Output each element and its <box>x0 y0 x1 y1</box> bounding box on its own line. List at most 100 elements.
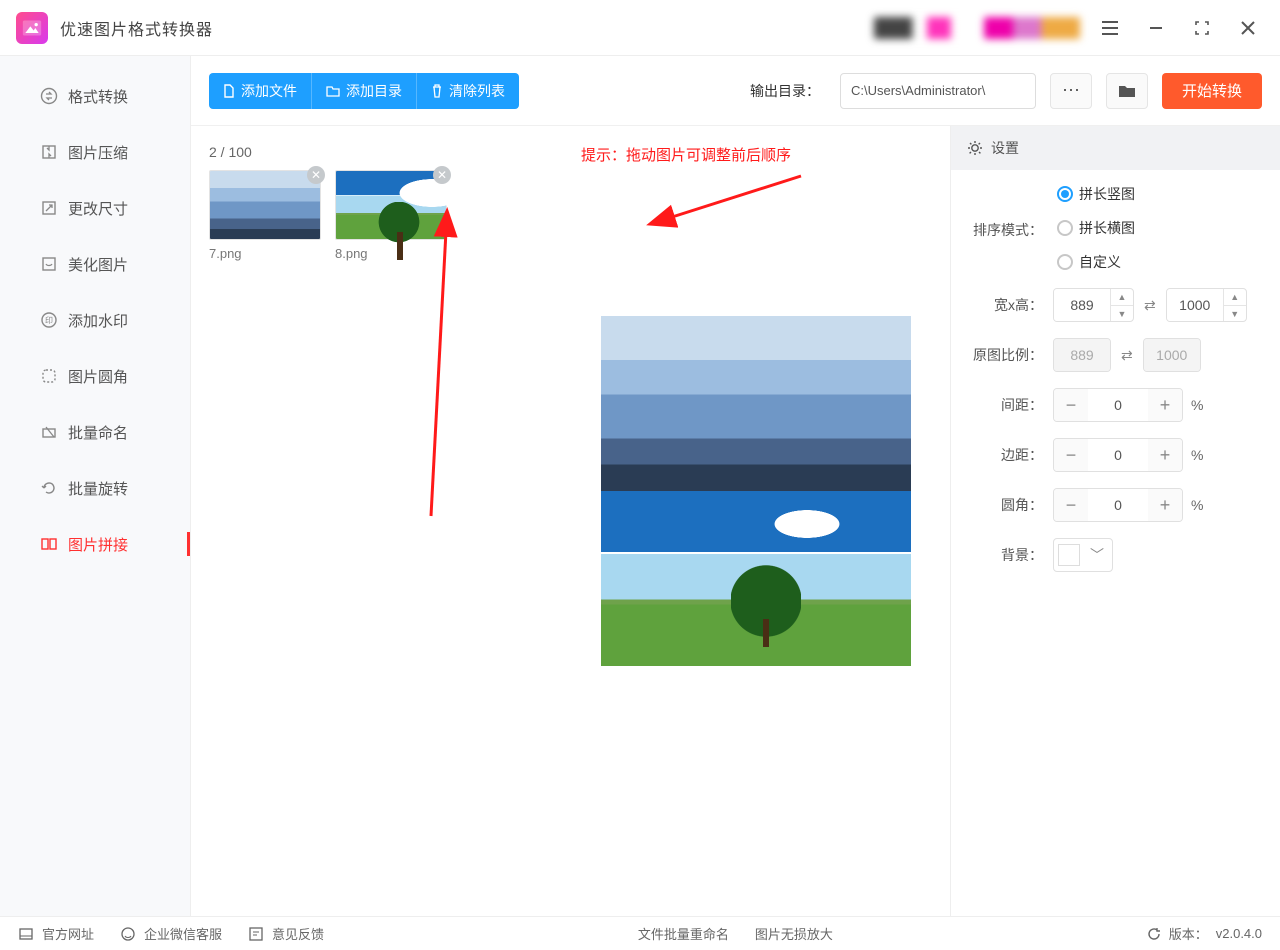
sidebar-item-compress[interactable]: 图片压缩 <box>0 124 190 180</box>
swap-icon[interactable]: ⇄ <box>1142 297 1158 314</box>
orig-width-input <box>1053 338 1111 372</box>
titlebar: 优速图片格式转换器 <box>0 0 1280 56</box>
thumbnail-item[interactable]: ✕ 7.png <box>209 170 321 261</box>
fullscreen-icon[interactable] <box>1186 12 1218 44</box>
sidebar-item-watermark[interactable]: 印 添加水印 <box>0 292 190 348</box>
headset-icon <box>120 926 136 942</box>
margin-label: 边距： <box>969 445 1043 465</box>
more-path-button[interactable]: ⋯ <box>1050 73 1092 109</box>
spacing-stepper[interactable]: −+ <box>1053 388 1183 422</box>
preview-stack <box>601 316 911 666</box>
sidebar-item-label: 批量旋转 <box>68 478 128 499</box>
official-site-link[interactable]: 官方网址 <box>18 924 94 943</box>
sidebar-item-label: 图片压缩 <box>68 142 128 163</box>
sidebar: 格式转换 图片压缩 更改尺寸 美化图片 印 添加水印 图片圆角 批量命名 批量旋 <box>0 56 190 916</box>
orig-height-input <box>1143 338 1201 372</box>
image-count: 2 / 100 <box>209 144 932 160</box>
refresh-icon <box>1147 927 1161 941</box>
plus-button[interactable]: + <box>1148 439 1182 471</box>
footer: 官方网址 企业微信客服 意见反馈 文件批量重命名 图片无损放大 版本： v2.0… <box>0 916 1280 950</box>
remove-thumb-icon[interactable]: ✕ <box>307 166 325 184</box>
percent-unit: % <box>1191 447 1203 463</box>
spin-down-icon[interactable]: ▼ <box>1224 305 1246 322</box>
wechat-support-link[interactable]: 企业微信客服 <box>120 924 222 943</box>
toolbar: 添加文件 添加目录 清除列表 输出目录： ⋯ 开始转换 <box>191 56 1280 126</box>
trash-icon <box>431 84 443 98</box>
width-input[interactable]: ▲▼ <box>1053 288 1134 322</box>
plus-button[interactable]: + <box>1148 489 1182 521</box>
resize-icon <box>40 199 58 217</box>
thumb-filename: 7.png <box>209 246 321 261</box>
file-icon <box>223 84 235 98</box>
radius-stepper[interactable]: −+ <box>1053 488 1183 522</box>
add-folder-label: 添加目录 <box>346 81 402 101</box>
add-file-button[interactable]: 添加文件 <box>209 73 311 109</box>
radio-custom[interactable]: 自定义 <box>1057 252 1121 272</box>
feedback-icon <box>248 926 264 942</box>
sidebar-item-label: 格式转换 <box>68 86 128 107</box>
percent-unit: % <box>1191 497 1203 513</box>
browse-folder-button[interactable] <box>1106 73 1148 109</box>
add-folder-button[interactable]: 添加目录 <box>311 73 416 109</box>
sidebar-item-corner[interactable]: 图片圆角 <box>0 348 190 404</box>
account-blur-2 <box>984 17 1080 39</box>
drag-hint: 提示：拖动图片可调整前后顺序 <box>581 144 791 165</box>
minus-button[interactable]: − <box>1054 489 1088 521</box>
thumb-image <box>335 170 447 240</box>
lossless-upscale-link[interactable]: 图片无损放大 <box>755 924 833 943</box>
output-dir-input[interactable] <box>840 73 1036 109</box>
minimize-icon[interactable] <box>1140 12 1172 44</box>
app-title: 优速图片格式转换器 <box>60 16 213 40</box>
corner-icon <box>40 367 58 385</box>
app-logo <box>16 12 48 44</box>
margin-stepper[interactable]: −+ <box>1053 438 1183 472</box>
sidebar-item-convert[interactable]: 格式转换 <box>0 68 190 124</box>
sidebar-item-label: 添加水印 <box>68 310 128 331</box>
add-file-label: 添加文件 <box>241 81 297 101</box>
menu-icon[interactable] <box>1094 12 1126 44</box>
globe-icon <box>18 926 34 942</box>
radio-vertical[interactable]: 拼长竖图 <box>1057 184 1135 204</box>
spacing-label: 间距： <box>969 395 1043 415</box>
bg-label: 背景： <box>969 545 1043 565</box>
minus-button[interactable]: − <box>1054 439 1088 471</box>
sidebar-item-label: 图片拼接 <box>68 534 128 555</box>
canvas-area: 2 / 100 提示：拖动图片可调整前后顺序 ✕ 7.png ✕ 8.png <box>191 126 950 916</box>
bg-color-picker[interactable]: ﹀ <box>1053 538 1113 572</box>
convert-icon <box>40 87 58 105</box>
feedback-link[interactable]: 意见反馈 <box>248 924 324 943</box>
percent-unit: % <box>1191 397 1203 413</box>
start-convert-button[interactable]: 开始转换 <box>1162 73 1262 109</box>
clear-list-button[interactable]: 清除列表 <box>416 73 519 109</box>
minus-button[interactable]: − <box>1054 389 1088 421</box>
svg-text:印: 印 <box>45 316 53 325</box>
swap-icon: ⇄ <box>1119 347 1135 364</box>
preview-image-1 <box>601 316 911 491</box>
spin-up-icon[interactable]: ▲ <box>1224 288 1246 305</box>
sidebar-item-rename[interactable]: 批量命名 <box>0 404 190 460</box>
batch-rename-link[interactable]: 文件批量重命名 <box>638 924 729 943</box>
sidebar-item-beautify[interactable]: 美化图片 <box>0 236 190 292</box>
sidebar-item-resize[interactable]: 更改尺寸 <box>0 180 190 236</box>
sidebar-item-label: 美化图片 <box>68 254 128 275</box>
thumbnail-item[interactable]: ✕ 8.png <box>335 170 447 261</box>
wh-label: 宽x高： <box>969 295 1043 315</box>
close-icon[interactable] <box>1232 12 1264 44</box>
compress-icon <box>40 143 58 161</box>
height-input[interactable]: ▲▼ <box>1166 288 1247 322</box>
beautify-icon <box>40 255 58 273</box>
stitch-icon <box>40 535 58 553</box>
sidebar-item-label: 图片圆角 <box>68 366 128 387</box>
gear-icon <box>967 140 983 156</box>
radius-label: 圆角： <box>969 495 1043 515</box>
spin-up-icon[interactable]: ▲ <box>1111 288 1133 305</box>
folder-icon <box>326 85 340 97</box>
radio-horizontal[interactable]: 拼长横图 <box>1057 218 1135 238</box>
spin-down-icon[interactable]: ▼ <box>1111 305 1133 322</box>
remove-thumb-icon[interactable]: ✕ <box>433 166 451 184</box>
sidebar-item-stitch[interactable]: 图片拼接 <box>0 516 190 572</box>
sidebar-item-rotate[interactable]: 批量旋转 <box>0 460 190 516</box>
plus-button[interactable]: + <box>1148 389 1182 421</box>
version-info[interactable]: 版本： v2.0.4.0 <box>1147 924 1262 943</box>
preview-image-2 <box>601 491 911 666</box>
